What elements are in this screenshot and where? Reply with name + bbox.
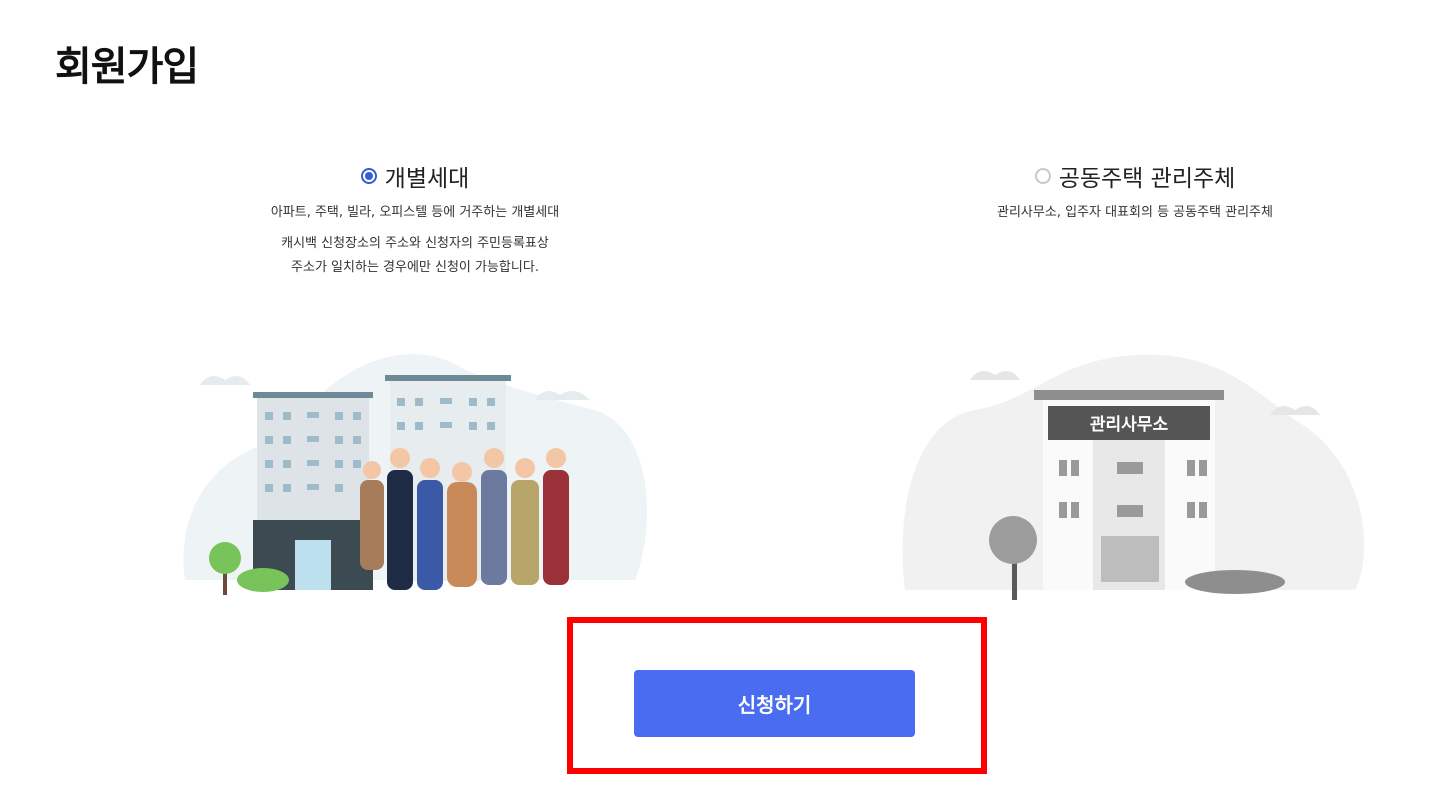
office-sign-text: 관리사무소 [1090,415,1169,435]
option-management-entity: 공동주택 관리주체 관리사무소, 입주자 대표회의 등 공동주택 관리주체 [875,158,1395,222]
management-office-illustration: 관리사무소 [902,354,1365,600]
page-title: 회원가입 [55,44,199,90]
option-description: 관리사무소, 입주자 대표회의 등 공동주택 관리주체 [997,205,1273,220]
radio-checked-icon[interactable] [360,168,377,184]
option-label: 공동주택 관리주체 [1058,166,1236,192]
option-individual-household: 개별세대 아파트, 주택, 빌라, 오피스텔 등에 거주하는 개별세대 캐시백 … [155,158,675,280]
household-illustration [183,354,647,595]
option-note-line1: 캐시백 신청장소의 주소와 신청자의 주민등록표상 [281,236,549,251]
option-note: 캐시백 신청장소의 주소와 신청자의 주민등록표상 주소가 일치하는 경우에만 … [155,232,675,280]
option-note-line2: 주소가 일치하는 경우에만 신청이 가능합니다. [291,260,539,275]
radio-management-entity[interactable]: 공동주택 관리주체 [875,158,1395,194]
option-label: 개별세대 [384,166,470,192]
radio-unchecked-icon[interactable] [1034,168,1051,184]
option-description: 아파트, 주택, 빌라, 오피스텔 등에 거주하는 개별세대 [270,205,560,220]
radio-individual-household[interactable]: 개별세대 [155,158,675,194]
apply-button[interactable]: 신청하기 [634,670,915,737]
